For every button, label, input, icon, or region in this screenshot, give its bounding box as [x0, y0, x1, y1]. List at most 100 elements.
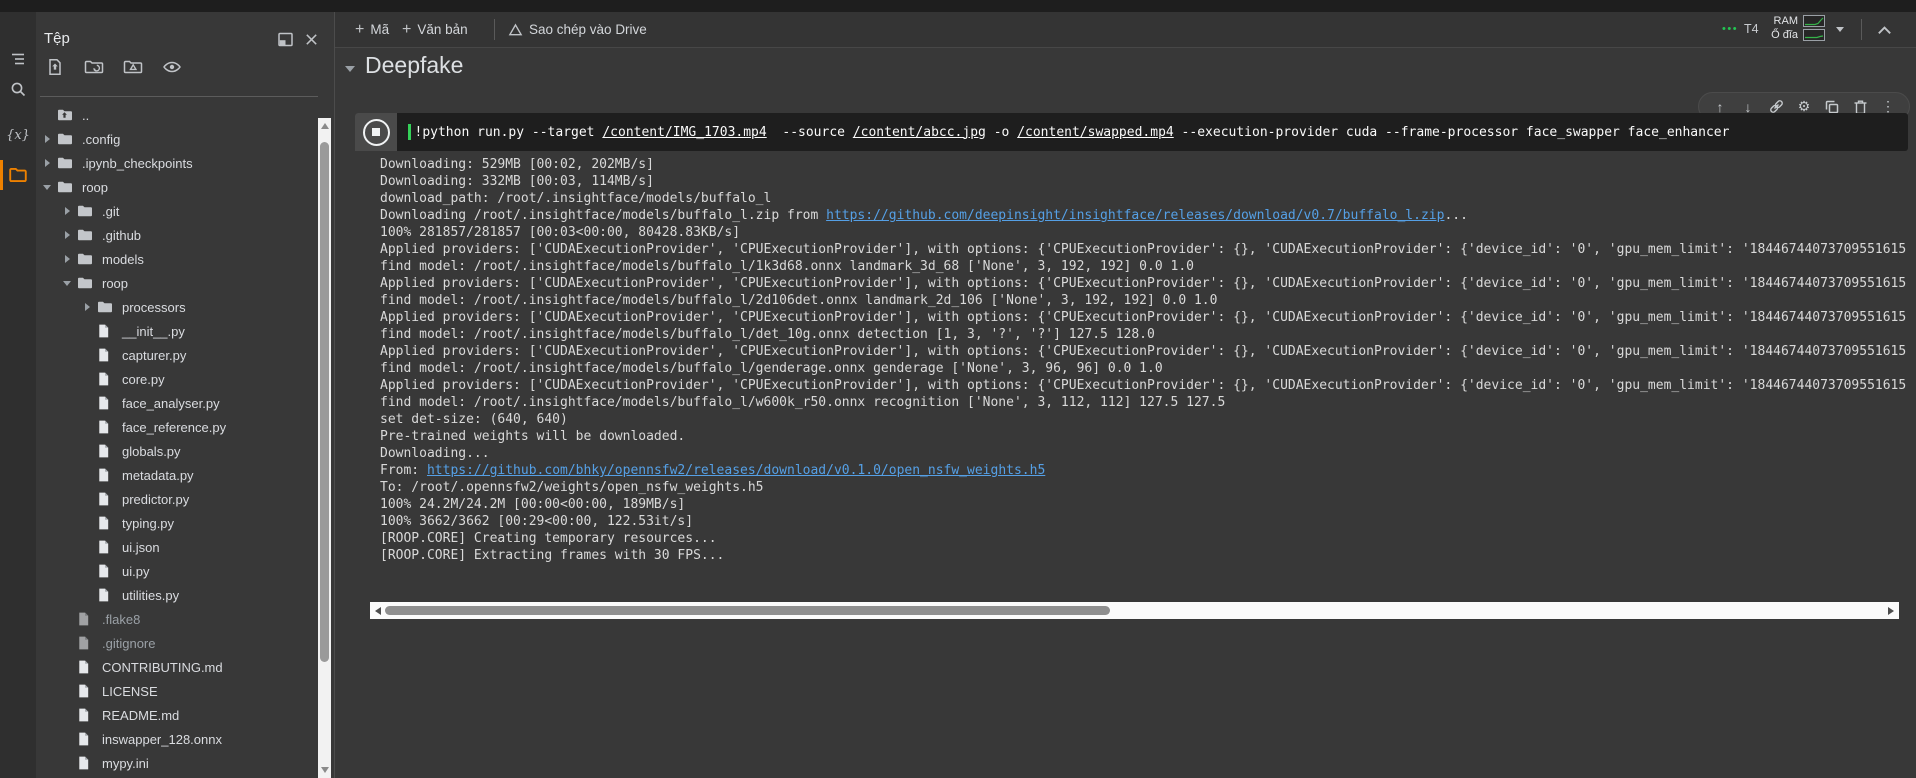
tree-folder-row[interactable]: models	[36, 247, 318, 271]
collapse-header-button[interactable]	[1876, 12, 1893, 47]
rail-code-snippets-icon[interactable]: {x}	[0, 120, 36, 150]
panel-layout-icon[interactable]	[274, 28, 296, 50]
tree-folder-row[interactable]: processors	[36, 295, 318, 319]
tree-item-label: core.py	[122, 372, 165, 387]
tree-folder-row[interactable]: .github	[36, 223, 318, 247]
file-icon	[76, 635, 96, 651]
scroll-down-arrow-icon[interactable]	[321, 767, 329, 773]
file-icon	[96, 323, 116, 339]
rail-table-of-contents-icon[interactable]	[0, 44, 36, 74]
output-url-link[interactable]: https://github.com/deepinsight/insightfa…	[826, 208, 1444, 223]
tree-file-row[interactable]: core.py	[36, 367, 318, 391]
output-segment: Downloading...	[380, 446, 490, 461]
tree-file-row[interactable]: metadata.py	[36, 463, 318, 487]
output-line: Applied providers: ['CUDAExecutionProvid…	[380, 309, 1908, 326]
tree-file-row[interactable]: face_analyser.py	[36, 391, 318, 415]
topbar-divider	[1861, 19, 1862, 40]
tree-file-row[interactable]: capturer.py	[36, 343, 318, 367]
tree-file-row[interactable]: .gitignore	[36, 631, 318, 655]
chevron-right-icon[interactable]	[38, 135, 56, 143]
chevron-right-icon[interactable]	[78, 303, 96, 311]
output-line: [ROOP.CORE] Extracting frames with 30 FP…	[380, 547, 1908, 564]
chevron-up-icon	[1876, 24, 1893, 36]
chevron-right-icon[interactable]	[58, 207, 76, 215]
text-cursor	[408, 124, 411, 140]
rail-file-browser-icon[interactable]	[0, 160, 36, 190]
file-icon	[76, 659, 96, 675]
tree-folder-row[interactable]: .config	[36, 127, 318, 151]
tree-file-row[interactable]: CONTRIBUTING.md	[36, 655, 318, 679]
tree-file-row[interactable]: utilities.py	[36, 583, 318, 607]
sidebar-divider	[334, 12, 335, 778]
tree-file-row[interactable]: mypy.ini	[36, 751, 318, 775]
tree-file-row[interactable]: ui.py	[36, 559, 318, 583]
tree-file-row[interactable]: README.md	[36, 703, 318, 727]
tree-item-label: ui.json	[122, 540, 160, 555]
add-code-cell-button[interactable]: + Mã	[355, 12, 389, 47]
tree-item-label: face_analyser.py	[122, 396, 220, 411]
folder-icon	[96, 299, 116, 315]
output-url-link[interactable]: https://github.com/bhky/opennsfw2/releas…	[427, 463, 1045, 478]
tree-file-row[interactable]: .flake8	[36, 607, 318, 631]
tree-item-label: roop	[82, 180, 108, 195]
tree-file-row[interactable]: face_reference.py	[36, 415, 318, 439]
output-scrollbar-thumb[interactable]	[385, 606, 1110, 615]
section-title[interactable]: Deepfake	[365, 52, 463, 79]
mount-drive-icon[interactable]	[122, 56, 144, 78]
add-text-cell-button[interactable]: + Văn bản	[402, 12, 468, 47]
output-scrollbar[interactable]	[370, 602, 1899, 619]
file-icon	[76, 755, 96, 771]
file-path-link[interactable]: /content/swapped.mp4	[1017, 125, 1174, 140]
output-segment: [ROOP.CORE] Extracting frames with 30 FP…	[380, 548, 724, 563]
toggle-hidden-files-icon[interactable]	[161, 56, 183, 78]
output-segment: find model: /root/.insightface/models/bu…	[380, 395, 1225, 410]
chevron-down-icon[interactable]	[58, 281, 76, 286]
sidebar-scrollbar[interactable]	[318, 118, 331, 778]
folder-icon	[76, 227, 96, 243]
output-line: Downloading...	[380, 445, 1908, 462]
section-collapse-icon[interactable]	[345, 66, 355, 72]
resources-dropdown-icon[interactable]	[1836, 27, 1844, 32]
output-segment: download_path: /root/.insightface/models…	[380, 191, 771, 206]
output-line: find model: /root/.insightface/models/bu…	[380, 292, 1908, 309]
tree-file-row[interactable]: ui.json	[36, 535, 318, 559]
stop-cell-button[interactable]	[355, 113, 397, 151]
tree-file-row[interactable]: predictor.py	[36, 487, 318, 511]
output-line: Downloading /root/.insightface/models/bu…	[380, 207, 1908, 224]
copy-to-drive-button[interactable]: Sao chép vào Drive	[508, 12, 647, 47]
scroll-left-arrow-icon[interactable]	[375, 607, 381, 615]
tree-folder-row[interactable]: ..	[36, 103, 318, 127]
chevron-right-icon[interactable]	[58, 231, 76, 239]
tree-item-label: README.md	[102, 708, 179, 723]
file-icon	[96, 587, 116, 603]
upload-file-icon[interactable]	[44, 56, 66, 78]
output-segment: Applied providers: ['CUDAExecutionProvid…	[380, 344, 1906, 359]
chevron-right-icon[interactable]	[58, 255, 76, 263]
tree-file-row[interactable]: __init__.py	[36, 319, 318, 343]
rail-search-icon[interactable]	[0, 74, 36, 104]
file-icon	[76, 707, 96, 723]
chevron-right-icon[interactable]	[38, 159, 56, 167]
tree-file-row[interactable]: typing.py	[36, 511, 318, 535]
tree-file-row[interactable]: LICENSE	[36, 679, 318, 703]
close-panel-icon[interactable]	[300, 28, 322, 50]
tree-file-row[interactable]: inswapper_128.onnx	[36, 727, 318, 751]
scroll-right-arrow-icon[interactable]	[1888, 607, 1894, 615]
file-path-link[interactable]: /content/abcc.jpg	[853, 125, 986, 140]
output-segment: Applied providers: ['CUDAExecutionProvid…	[380, 310, 1906, 325]
file-path-link[interactable]: /content/IMG_1703.mp4	[602, 125, 766, 140]
tree-folder-row[interactable]: roop	[36, 271, 318, 295]
tree-folder-row[interactable]: .ipynb_checkpoints	[36, 151, 318, 175]
tree-file-row[interactable]: globals.py	[36, 439, 318, 463]
chevron-down-icon[interactable]	[38, 185, 56, 190]
output-line: Applied providers: ['CUDAExecutionProvid…	[380, 275, 1908, 292]
refresh-folder-icon[interactable]	[83, 56, 105, 78]
scroll-up-arrow-icon[interactable]	[321, 123, 329, 129]
code-line[interactable]: !python run.py --target /content/IMG_170…	[397, 113, 1908, 151]
tree-folder-row[interactable]: .git	[36, 199, 318, 223]
tree-folder-row[interactable]: roop	[36, 175, 318, 199]
sidebar-scrollbar-thumb[interactable]	[320, 142, 329, 662]
tree-item-label: ui.py	[122, 564, 149, 579]
output-line: Downloading: 529MB [00:02, 202MB/s]	[380, 156, 1908, 173]
output-line: Applied providers: ['CUDAExecutionProvid…	[380, 343, 1908, 360]
